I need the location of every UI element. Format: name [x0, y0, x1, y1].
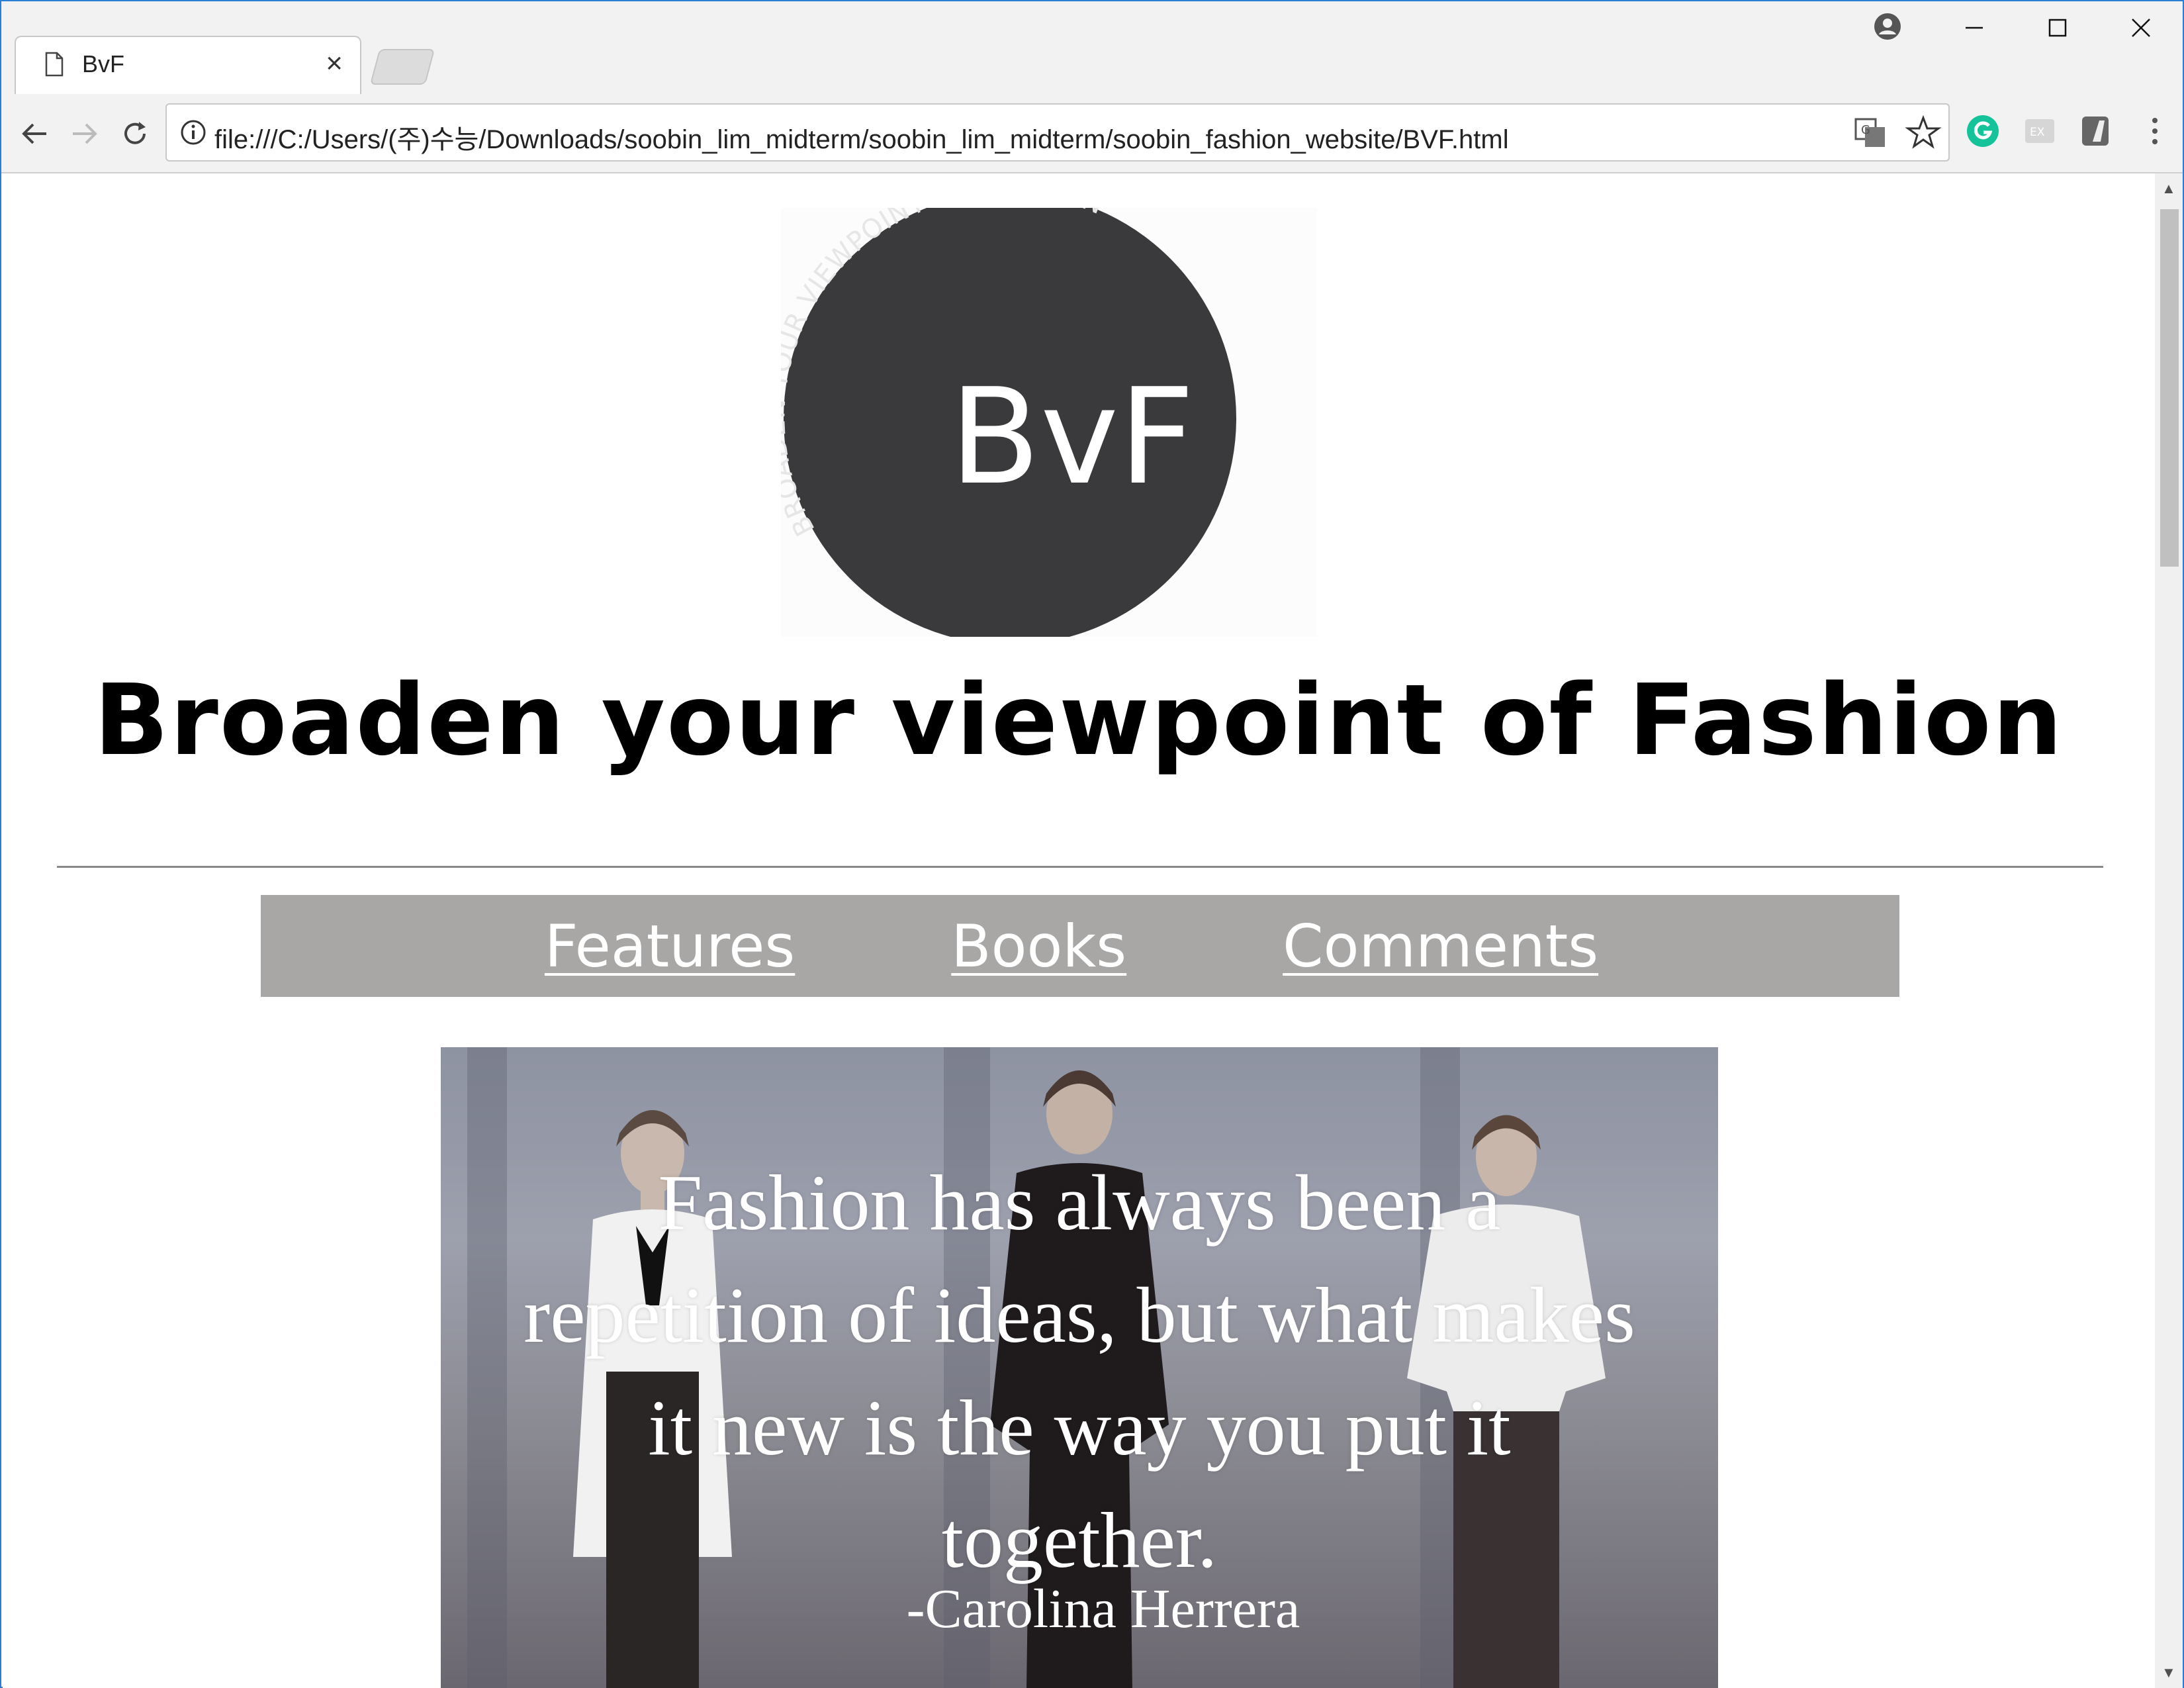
page-title: Broaden your viewpoint of Fashion [94, 663, 2064, 777]
browser-toolbar: file:///C:/Users/(주)수능/Downloads/soobin_… [1, 94, 2183, 173]
site-logo: BROADEN YOUR VIEWPOINT OF FASHION BvF [781, 208, 1317, 637]
browser-window: BvF × file:///C:/Users/(주)수능/Downloads/s… [0, 0, 2184, 1688]
extension-icon[interactable] [2077, 113, 2114, 150]
forward-button[interactable] [65, 114, 105, 154]
scroll-down-icon[interactable]: ▼ [2161, 1664, 2176, 1681]
kebab-menu-icon[interactable] [2136, 113, 2173, 150]
translate-icon[interactable]: G [1852, 114, 1889, 151]
nav-link-books[interactable]: Books [951, 912, 1144, 980]
scroll-thumb[interactable] [2160, 209, 2179, 567]
minimize-button[interactable] [1933, 1, 2016, 54]
arrow-left-icon [22, 123, 46, 144]
logo-monogram: BvF [950, 360, 1195, 514]
close-button[interactable] [2099, 1, 2183, 54]
reload-button[interactable] [115, 114, 155, 154]
reload-icon [124, 122, 146, 144]
quote-line: it new is the way you put it [648, 1383, 1511, 1472]
ex-extension-icon[interactable]: EX [2021, 113, 2058, 150]
quote-line: repetition of ideas, but what makes [523, 1271, 1635, 1359]
maximize-icon [2048, 19, 2067, 37]
new-tab-button[interactable] [369, 49, 435, 85]
divider [57, 866, 2103, 868]
maximize-button[interactable] [2016, 1, 2099, 54]
minimize-icon [1966, 26, 1983, 29]
hero-quote: Fashion has always been a repetition of … [441, 1147, 1718, 1597]
nav-link-comments[interactable]: Comments [1283, 912, 1615, 980]
quote-line: Fashion has always been a [658, 1158, 1501, 1246]
back-button[interactable] [15, 114, 54, 154]
arrow-right-icon [73, 123, 97, 144]
page-viewport: BROADEN YOUR VIEWPOINT OF FASHION BvF Br… [3, 173, 2155, 1688]
address-bar[interactable]: file:///C:/Users/(주)수능/Downloads/soobin_… [165, 103, 1950, 162]
browser-tab[interactable]: BvF × [15, 36, 361, 95]
hero-image: Fashion has always been a repetition of … [441, 1047, 1718, 1688]
tab-close-icon[interactable]: × [326, 46, 343, 81]
scroll-up-icon[interactable]: ▲ [2161, 180, 2176, 197]
close-icon [2132, 19, 2150, 37]
tab-title: BvF [82, 50, 125, 77]
svg-text:G: G [1861, 123, 1870, 137]
star-icon[interactable] [1905, 114, 1942, 151]
nav-link-features[interactable]: Features [545, 912, 812, 980]
site-nav: Features Books Comments [261, 895, 1899, 997]
vertical-scrollbar[interactable]: ▲ ▼ [2155, 173, 2183, 1688]
page-icon [45, 52, 64, 77]
grammarly-icon[interactable] [1964, 113, 2001, 150]
url-text[interactable]: file:///C:/Users/(주)수능/Downloads/soobin_… [214, 118, 1509, 156]
title-bar: BvF × [1, 1, 2183, 95]
quote-author: -Carolina Herrera [906, 1578, 1300, 1640]
account-icon[interactable] [1873, 12, 1902, 41]
info-icon[interactable] [180, 119, 206, 146]
svg-text:EX: EX [2030, 126, 2045, 139]
